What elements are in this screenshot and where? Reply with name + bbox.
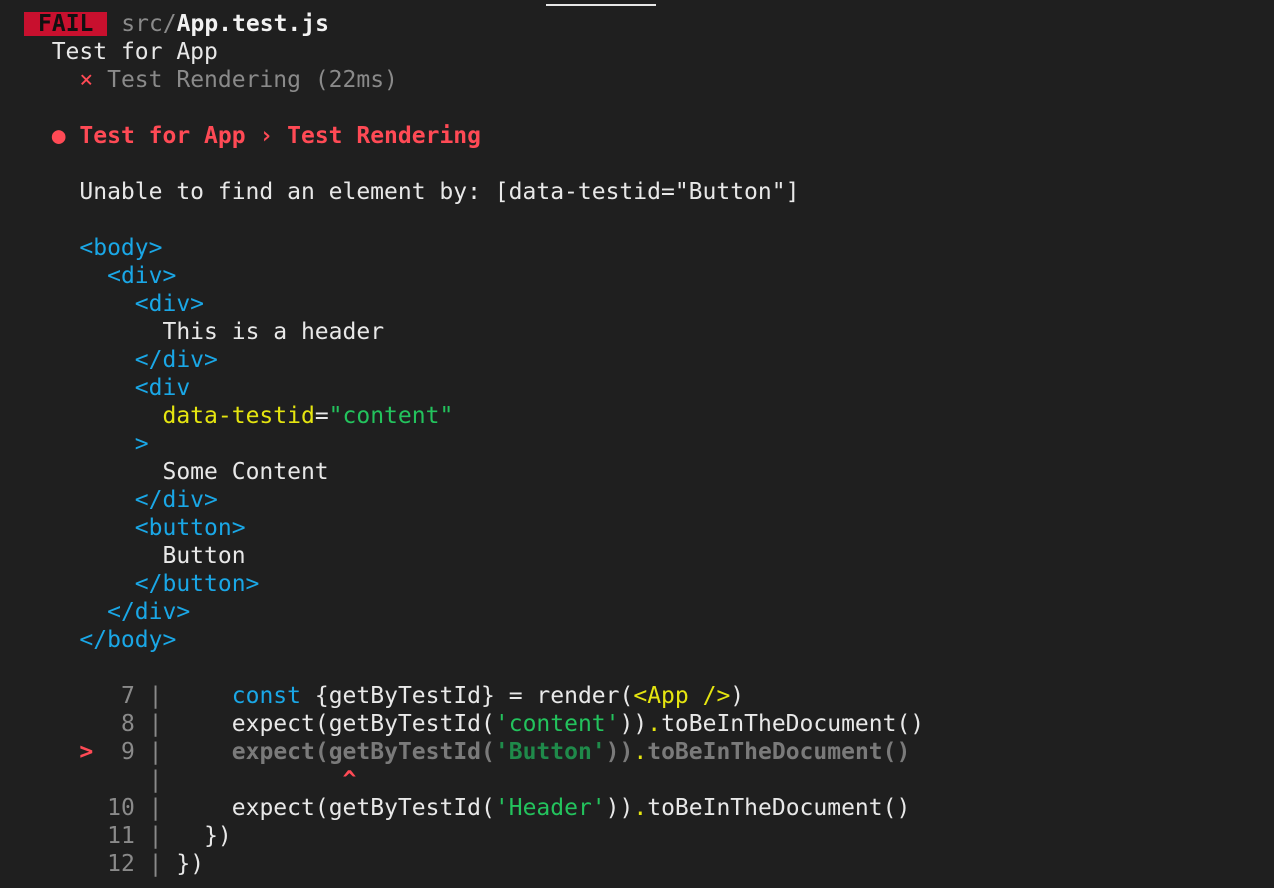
gutter-pipe: | <box>148 711 163 737</box>
dom-line: > <box>24 430 924 458</box>
dom-line: <div> <box>24 262 924 290</box>
code-keyword: const <box>231 683 302 709</box>
gutter-pipe: | <box>148 683 163 709</box>
code-dot: . <box>633 739 648 765</box>
dom-line: <div <box>24 374 924 402</box>
gutter-pipe: | <box>148 823 163 849</box>
dom-button-text: Button <box>162 543 246 569</box>
code-line-11: 11 | }) <box>24 822 924 850</box>
terminal-output: FAIL src/App.test.js Test for App × Test… <box>24 10 924 878</box>
dom-body-close: </body> <box>79 627 177 653</box>
describe-name: Test for App <box>51 39 218 65</box>
dom-line: </button> <box>24 570 924 598</box>
code-line-9: > 9 | expect(getByTestId('Button')).toBe… <box>24 738 924 766</box>
code-caret-line: | ^ <box>24 766 924 794</box>
dom-body-open: <body> <box>79 235 163 261</box>
test-file-header: FAIL src/App.test.js <box>24 10 924 38</box>
code-text: expect(getByTestId( <box>231 711 495 737</box>
code-text: toBeInTheDocument() <box>647 795 911 821</box>
code-line-10: 10 | expect(getByTestId('Header')).toBeI… <box>24 794 924 822</box>
dom-header-text: This is a header <box>162 319 385 345</box>
code-line-12: 12 | }) <box>24 850 924 878</box>
code-text: }) <box>204 823 232 849</box>
code-text: }) <box>176 851 205 877</box>
dom-line: data-testid="content" <box>24 402 924 430</box>
code-text: expect(getByTestId( <box>231 739 495 765</box>
dom-line: </body> <box>24 626 924 654</box>
code-text: ) <box>730 683 745 709</box>
dom-gt: > <box>134 431 149 457</box>
dom-div-close: </div> <box>134 347 218 373</box>
dom-button-open: <button> <box>134 515 246 541</box>
fail-cross-icon: × <box>79 67 94 93</box>
code-text: )) <box>605 739 634 765</box>
gutter-pipe: | <box>148 767 163 793</box>
error-message: Unable to find an element by: [data-test… <box>79 179 800 205</box>
describe-line: Test for App <box>24 38 924 66</box>
dom-content-text: Some Content <box>162 459 329 485</box>
code-line-7: 7 | const {getByTestId} = render(<App />… <box>24 682 924 710</box>
dom-line: Some Content <box>24 458 924 486</box>
line-number: 9 <box>120 739 135 765</box>
dom-div-attr-open: <div <box>134 375 191 401</box>
dom-div-close: </div> <box>134 487 218 513</box>
code-dot: . <box>633 795 648 821</box>
failure-title: Test for App › Test Rendering <box>79 123 481 149</box>
dom-div-open: <div> <box>107 263 177 289</box>
dom-div-close: </div> <box>107 599 191 625</box>
code-string: 'Header' <box>494 795 606 821</box>
dom-line: </div> <box>24 486 924 514</box>
code-string: 'content' <box>494 711 620 737</box>
code-text: {getByTestId} = render( <box>301 683 634 709</box>
test-name: Test Rendering (22ms) <box>107 67 398 93</box>
dom-attr-name: data-testid <box>162 403 315 429</box>
code-string: 'Button' <box>494 739 606 765</box>
gutter-pipe: | <box>148 795 163 821</box>
line-number: 8 <box>120 711 135 737</box>
dom-line: </div> <box>24 598 924 626</box>
file-path-dir: src/ <box>121 11 177 37</box>
failure-bullet-icon: ● <box>51 123 66 149</box>
dom-line: </div> <box>24 346 924 374</box>
code-text: )) <box>619 711 648 737</box>
gutter-pipe: | <box>148 851 163 877</box>
dom-attr-eq: = <box>314 403 329 429</box>
code-jsx: <App /> <box>633 683 731 709</box>
code-text: expect(getByTestId( <box>231 795 495 821</box>
file-path-name: App.test.js <box>176 11 329 37</box>
line-number: 11 <box>107 823 135 849</box>
gutter-pipe: | <box>148 739 163 765</box>
fail-badge: FAIL <box>24 12 108 36</box>
test-result-line: × Test Rendering (22ms) <box>24 66 924 94</box>
error-caret: ^ <box>342 767 357 793</box>
dom-attr-value: "content" <box>328 403 454 429</box>
error-line-marker: > <box>79 739 94 765</box>
code-text: toBeInTheDocument() <box>661 711 925 737</box>
dom-line: This is a header <box>24 318 924 346</box>
dom-line: <body> <box>24 234 924 262</box>
code-dot: . <box>647 711 662 737</box>
failure-title-line: ● Test for App › Test Rendering <box>24 122 924 150</box>
dom-line: Button <box>24 542 924 570</box>
dom-line: <div> <box>24 290 924 318</box>
dom-line: <button> <box>24 514 924 542</box>
code-line-8: 8 | expect(getByTestId('content')).toBeI… <box>24 710 924 738</box>
error-message-line: Unable to find an element by: [data-test… <box>24 178 924 206</box>
dom-div-inner-open: <div> <box>134 291 205 317</box>
active-tab-indicator <box>546 4 656 6</box>
line-number: 12 <box>107 851 135 877</box>
code-text: toBeInTheDocument() <box>647 739 911 765</box>
code-text: )) <box>605 795 634 821</box>
dom-button-close: </button> <box>134 571 260 597</box>
line-number: 10 <box>107 795 135 821</box>
line-number: 7 <box>120 683 135 709</box>
